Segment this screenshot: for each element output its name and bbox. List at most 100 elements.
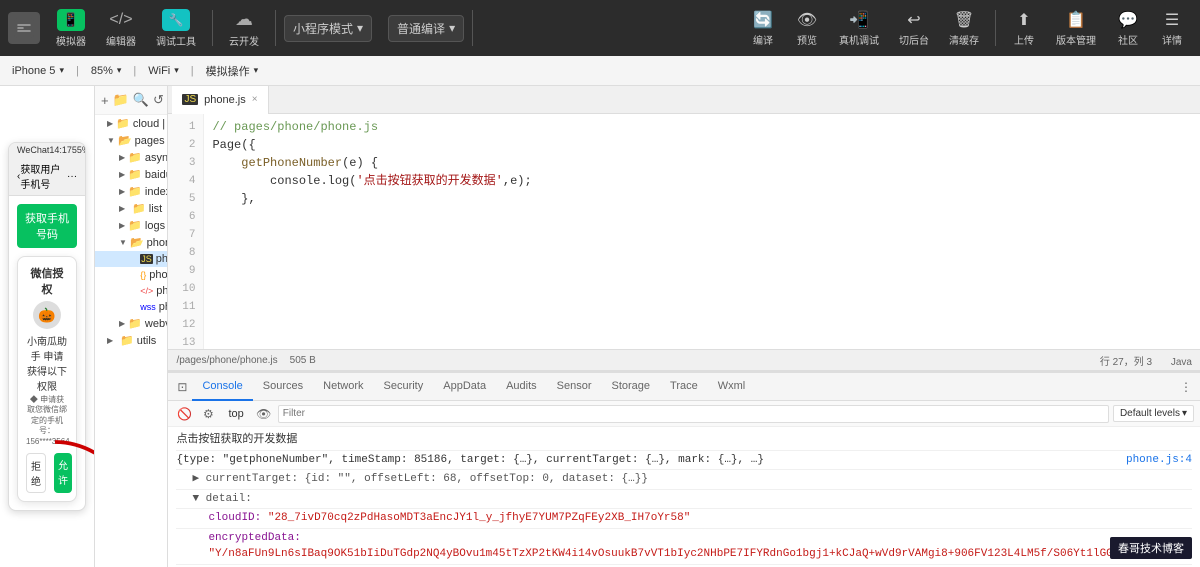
async-arrow-icon: ▶ [119,153,125,162]
tree-item-pages[interactable]: ▼ 📂 pages [95,132,167,149]
tree-item-async[interactable]: ▶ 📁 async [95,149,167,166]
zoom-selector[interactable]: 85% ▾ [87,65,126,77]
status-wechat: WeChat [17,145,49,155]
tab-sources[interactable]: Sources [253,373,313,401]
auth-name: 小南瓜助手 申请获得以下权限 [26,333,68,393]
zoom-arrow-icon: ▾ [117,65,122,76]
pages-arrow-icon: ▼ [107,136,115,145]
reject-button[interactable]: 拒绝 [26,453,46,493]
clear-btn[interactable]: 🗑 清缓存 [941,6,987,51]
header-title: 获取用户手机号 [20,161,67,191]
code-line-2: Page({ [212,136,1192,154]
tab-security[interactable]: Security [374,373,434,401]
backend-btn[interactable]: ↩ 切后台 [891,6,937,51]
tree-item-index[interactable]: ▶ 📁 index [95,183,167,200]
real-debug-btn[interactable]: 📲 真机调试 [831,6,887,51]
tab-console[interactable]: Console [192,373,252,401]
version-btn[interactable]: 📋 版本管理 [1048,6,1104,51]
search-files-btn[interactable]: 🔍 [133,90,149,110]
refresh-files-btn[interactable]: ↺ [153,90,164,110]
compile-btn[interactable]: 🔄 编译 [743,6,783,51]
allow-button[interactable]: 允许 [54,453,72,493]
auth-title: 微信授权 [26,265,68,297]
source-link[interactable]: phone.js:4 [1126,452,1192,469]
tab-phone-js[interactable]: JS phone.js × [172,86,268,114]
tab-sensor[interactable]: Sensor [547,373,602,401]
tree-item-phone-json[interactable]: ▶ {} phone.json [95,267,167,283]
phone-frame: WeChat 14:17 55% ‹ 获取用户手机号 ··· 获取手机号码 微信… [8,142,86,511]
tree-item-utils[interactable]: ▶ 📁 utils [95,332,167,349]
new-folder-btn[interactable]: 📁 [113,90,129,110]
version-icon: 📋 [1066,10,1086,30]
file-tree: ▶ 📁 cloud | test ▼ 📂 pages ▶ 📁 async ▶ 📁… [95,115,167,567]
code-line-4: console.log('点击按钮获取的开发数据',e); [212,172,1192,190]
detail-btn[interactable]: ☰ 详情 [1152,6,1192,51]
levels-arrow-icon: ▾ [1182,408,1187,419]
second-bar: iPhone 5 ▾ | 85% ▾ | WiFi ▾ | 模拟操作 ▾ [0,56,1200,86]
filter-input[interactable] [278,405,1109,423]
code-editor[interactable]: // pages/phone/phone.js Page({ getPhoneN… [204,114,1200,349]
tree-item-phone-js[interactable]: ▶ JS phone.js [95,251,167,267]
cursor-position: 行 27，列 3 [1100,357,1152,368]
bar-sep-2: | [133,65,136,77]
tree-item-phone[interactable]: ▼ 📂 phone [95,234,167,251]
folder-icon-5: 📁 [132,202,146,215]
tab-network[interactable]: Network [313,373,373,401]
community-btn[interactable]: 💬 社区 [1108,6,1148,51]
preview-icon: 👁 [797,10,817,30]
code-line-3: getPhoneNumber(e) { [212,154,1192,172]
folder-icon: 📁 [116,117,130,130]
folder-open-icon: 📂 [118,134,132,147]
folder-icon-4: 📁 [128,185,142,198]
levels-dropdown[interactable]: Default levels ▾ [1113,405,1194,422]
cloud-btn[interactable]: ☁ 云开发 [221,5,267,52]
wxss-file-icon: wss [140,302,156,312]
webview-arrow-icon: ▶ [119,319,125,328]
folder-icon-7: 📁 [128,317,142,330]
clear-console-btn[interactable]: 🚫 [174,404,194,424]
editor-icon: </> [107,9,135,31]
tab-audits[interactable]: Audits [496,373,547,401]
tab-storage[interactable]: Storage [602,373,661,401]
tab-trace[interactable]: Trace [660,373,708,401]
file-toolbar: + 📁 🔍 ↺ ⊟ [95,86,167,115]
folder-icon-2: 📁 [128,151,142,164]
tree-item-phone-wxml[interactable]: ▶ </> phone.wxml [95,283,167,299]
get-phone-button[interactable]: 获取手机号码 [17,204,77,248]
tab-appdata[interactable]: AppData [433,373,496,401]
tree-item-webview[interactable]: ▶ 📁 webview [95,315,167,332]
file-path: /pages/phone/phone.js [176,355,277,366]
upload-btn[interactable]: ⬆ 上传 [1004,6,1044,51]
devtools-toggle-btn[interactable]: ⊡ [172,377,192,397]
console-settings-btn[interactable]: ⚙ [198,404,218,424]
eye-btn[interactable]: 👁 [254,404,274,424]
tab-wxml[interactable]: Wxml [708,373,756,401]
line-numbers: 1 2 3 4 5 6 7 8 9 10 11 12 13 14 15 16 [168,114,204,349]
tree-item-logs[interactable]: ▶ 📁 logs [95,217,167,234]
separator-2 [275,10,276,46]
separator-1 [212,10,213,46]
editor-btn[interactable]: </> 编辑器 [98,5,144,52]
device-selector[interactable]: iPhone 5 ▾ [8,65,68,77]
clear-icon: 🗑 [954,10,974,30]
devtools-panel: ⊡ Console Sources Network Security AppDa… [168,371,1200,567]
new-file-btn[interactable]: + [101,90,109,110]
simulate-op-btn[interactable]: 模拟操作 ▾ [202,63,263,79]
chevron-down-icon: ▾ [357,21,363,35]
tab-close-btn[interactable]: × [252,94,258,105]
compile-dropdown[interactable]: 普通编译 ▾ [388,15,464,42]
utils-arrow-icon: ▶ [107,336,117,345]
app-logo [8,12,40,44]
tree-item-list[interactable]: ▶ 📁 list [95,200,167,217]
devtools-more-btn[interactable]: ⋮ [1176,377,1196,397]
simulator-btn[interactable]: 📱 模拟器 [48,5,94,52]
auth-buttons: 拒绝 允许 [26,453,68,493]
tree-item-baiduapi[interactable]: ▶ 📁 baiduApi [95,166,167,183]
logs-arrow-icon: ▶ [119,221,125,230]
wifi-selector[interactable]: WiFi ▾ [144,65,183,77]
preview-btn[interactable]: 👁 预览 [787,6,827,51]
tree-item-cloud[interactable]: ▶ 📁 cloud | test [95,115,167,132]
devtools-btn[interactable]: 🔧 调试工具 [148,5,204,52]
tree-item-phone-wxss[interactable]: ▶ wss phone.wxss [95,299,167,315]
mode-dropdown[interactable]: 小程序模式 ▾ [284,15,372,42]
